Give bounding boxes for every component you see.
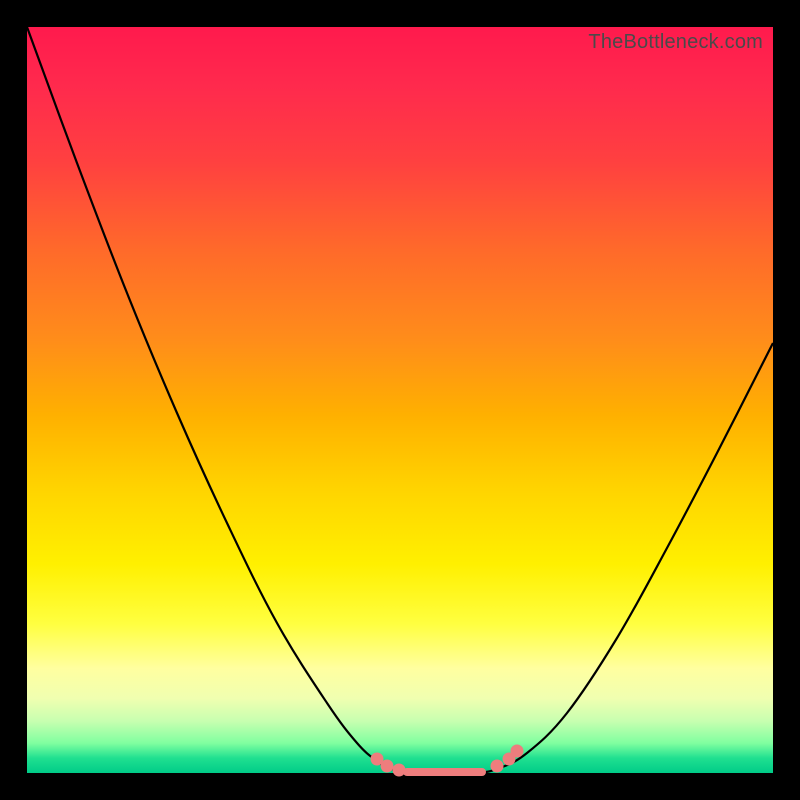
highlight-dot [491,760,504,773]
highlight-dot [393,764,406,777]
highlight-markers [371,745,524,777]
bottleneck-curve [27,27,773,773]
highlight-dot [381,760,394,773]
main-curve [27,27,773,774]
highlight-dot [511,745,524,758]
gradient-plot-area: TheBottleneck.com [27,27,773,773]
outer-border: TheBottleneck.com [0,0,800,800]
